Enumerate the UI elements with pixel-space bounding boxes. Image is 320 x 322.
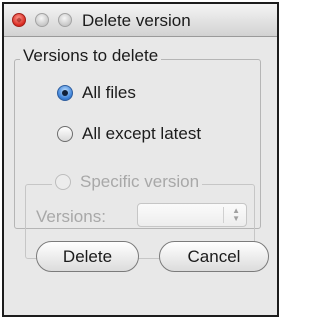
group-legend: Versions to delete [20, 46, 162, 66]
radio-unselected-icon[interactable] [57, 126, 73, 142]
select-stepper-icon: ▲ ▼ [232, 206, 240, 223]
title-bar: Delete version [4, 4, 277, 37]
radio-label-all-files: All files [82, 83, 136, 102]
zoom-window-button[interactable] [58, 13, 72, 27]
cancel-button[interactable]: Cancel [159, 241, 269, 272]
radio-dot [62, 90, 68, 96]
versions-select: ▲ ▼ [137, 203, 247, 227]
radio-all-except-latest[interactable]: All except latest [57, 124, 201, 144]
versions-label: Versions: [36, 207, 106, 226]
close-window-button[interactable] [12, 13, 26, 27]
radio-all-files[interactable]: All files [57, 83, 136, 103]
select-divider [223, 207, 224, 223]
radio-label-specific-version: Specific version [80, 172, 200, 191]
radio-label-all-except-latest: All except latest [82, 124, 202, 143]
radio-disabled-icon [55, 174, 71, 190]
delete-button[interactable]: Delete [36, 241, 139, 272]
minimize-window-button[interactable] [35, 13, 49, 27]
radio-selected-icon[interactable] [57, 85, 73, 101]
radio-specific-version: Specific version [52, 172, 203, 192]
window-title: Delete version [82, 11, 191, 30]
